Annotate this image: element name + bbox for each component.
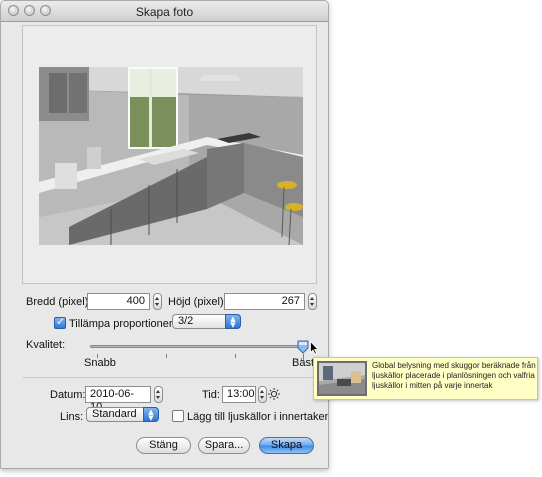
lens-select[interactable]: Standard ▲ ▼ <box>86 407 159 422</box>
apply-proportions-checkbox[interactable] <box>54 315 66 329</box>
lens-label: Lins: <box>60 411 84 423</box>
create-button[interactable]: Skapa <box>259 437 314 454</box>
updown-arrows-icon: ▲ ▼ <box>225 314 241 329</box>
quality-tooltip: Global belysning med skuggor beräknade f… <box>313 357 538 400</box>
sun-icon <box>268 388 280 400</box>
kitchen-render-image <box>39 67 303 245</box>
time-field[interactable]: 13:00 <box>222 386 256 403</box>
height-label: Höjd (pixel): <box>168 296 227 308</box>
separator <box>23 377 317 378</box>
height-field[interactable]: 267 <box>224 293 305 310</box>
close-button[interactable]: Stäng <box>136 437 191 454</box>
window-title: Skapa foto <box>135 5 194 19</box>
apply-proportions-label: Tillämpa proportioner: <box>69 318 176 330</box>
quality-label: Kvalitet: <box>26 339 66 351</box>
ceiling-lights-label: Lägg till ljuskällor i innertaken <box>187 411 329 423</box>
slider-tick <box>166 354 167 358</box>
create-photo-window: Skapa foto Bredd (pixel): 400 Höjd (pixe… <box>0 0 329 469</box>
width-stepper[interactable] <box>153 293 162 310</box>
date-field[interactable]: 2010-06-10 <box>85 386 151 413</box>
ceiling-lights-checkbox[interactable] <box>172 410 184 422</box>
save-button[interactable]: Spara... <box>198 437 250 454</box>
time-label: Tid: <box>202 389 220 401</box>
time-stepper[interactable] <box>258 386 267 403</box>
height-stepper[interactable] <box>308 293 317 310</box>
photo-preview-panel <box>22 25 317 284</box>
date-stepper[interactable] <box>154 386 163 403</box>
width-field[interactable]: 400 <box>87 293 150 310</box>
quality-slider-track[interactable] <box>90 345 304 348</box>
title-bar[interactable]: Skapa foto <box>1 1 328 22</box>
width-label: Bredd (pixel): <box>26 296 92 308</box>
quality-max-label: Bäst <box>292 357 315 369</box>
proportions-select[interactable]: 3/2 ▲ ▼ <box>172 314 241 329</box>
date-label: Datum: <box>50 389 86 401</box>
arrow-cursor-icon <box>310 341 319 355</box>
quality-min-label: Snabb <box>84 357 116 369</box>
lens-value: Standard <box>92 408 137 420</box>
proportions-value: 3/2 <box>178 315 194 327</box>
quality-slider-thumb[interactable] <box>297 340 309 354</box>
room-preview-thumbnail <box>317 361 367 396</box>
slider-tick <box>235 354 236 358</box>
updown-arrows-icon: ▲ ▼ <box>143 407 159 422</box>
tooltip-text: Global belysning med skuggor beräknade f… <box>372 361 536 390</box>
